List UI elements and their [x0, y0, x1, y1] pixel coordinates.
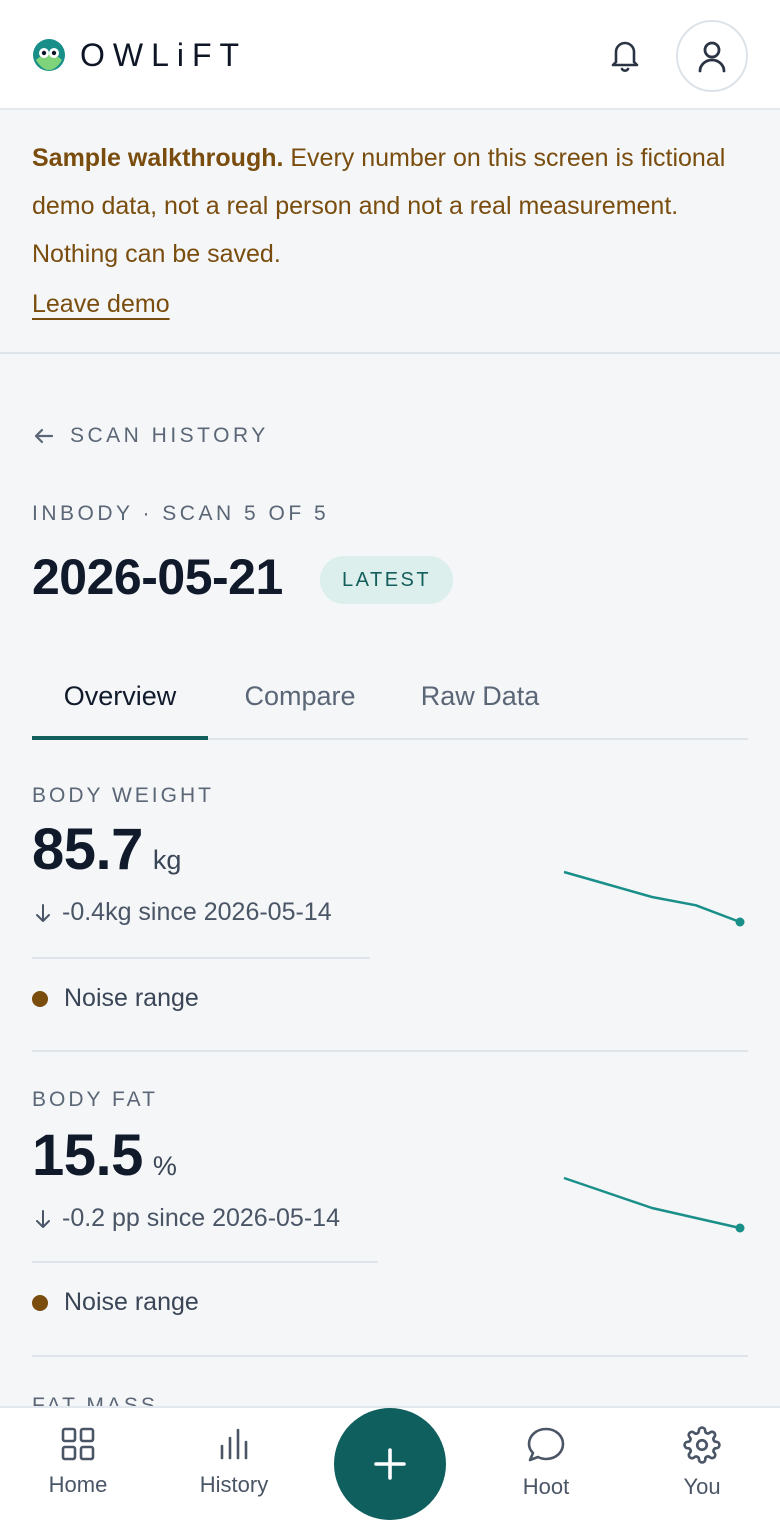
metric-number: 85.7: [32, 817, 143, 882]
metric-unit: kg: [152, 845, 182, 875]
nav-history[interactable]: History: [174, 1408, 294, 1520]
leave-demo-link[interactable]: Leave demo: [32, 290, 170, 319]
noise-range-body-weight[interactable]: Noise range: [32, 984, 199, 1013]
nav-label: Hoot: [522, 1474, 570, 1499]
back-label: SCAN HISTORY: [70, 424, 269, 447]
metric-label-body-fat: BODY FAT: [32, 1088, 158, 1111]
nav-label: Home: [48, 1472, 108, 1497]
scan-date: 2026-05-21: [32, 549, 283, 605]
metric-delta-text: -0.2 pp since 2026-05-14: [62, 1204, 340, 1232]
app-logo[interactable]: OWLiFT: [32, 38, 247, 72]
demo-banner-title: Sample walkthrough.: [32, 144, 284, 172]
section-divider: [32, 1050, 748, 1052]
profile-avatar-button[interactable]: [676, 20, 748, 92]
add-scan-button[interactable]: [334, 1408, 446, 1520]
section-divider: [32, 1355, 748, 1357]
nav-label: You: [683, 1474, 721, 1499]
scan-tabs: Overview Compare Raw Data: [32, 652, 748, 740]
sparkline-body-fat: [563, 1176, 745, 1233]
user-icon: [698, 41, 726, 73]
tab-compare[interactable]: Compare: [228, 652, 372, 740]
sparkline-body-weight: [563, 870, 745, 927]
arrow-left-icon: [34, 428, 54, 444]
noise-range-label: Noise range: [64, 1288, 199, 1316]
owl-logo-icon: [33, 39, 65, 71]
chat-bubble-icon: [527, 1427, 565, 1462]
metric-value-body-fat: 15.5 %: [32, 1122, 177, 1189]
gear-icon: [683, 1426, 721, 1464]
bell-icon[interactable]: [604, 34, 646, 76]
nav-home[interactable]: Home: [18, 1408, 138, 1520]
noise-range-body-fat[interactable]: Noise range: [32, 1288, 199, 1317]
nav-label: History: [199, 1472, 269, 1497]
active-tab-indicator: [32, 736, 208, 740]
noise-dot-icon: [32, 990, 48, 1007]
back-to-scan-history[interactable]: SCAN HISTORY: [32, 424, 269, 448]
arrow-down-icon: [36, 1209, 50, 1228]
demo-banner-text: Sample walkthrough. Every number on this…: [32, 134, 732, 278]
tab-overview[interactable]: Overview: [32, 652, 208, 740]
app-header: OWLiFT: [0, 0, 780, 110]
nav-you[interactable]: You: [642, 1408, 762, 1520]
metric-number: 15.5: [32, 1123, 143, 1188]
nav-hoot[interactable]: Hoot: [486, 1408, 606, 1520]
sparkline-path: [563, 1176, 741, 1230]
sparkline-path: [563, 870, 741, 924]
metric-value-body-weight: 85.7 kg: [32, 816, 181, 883]
metric-divider: [32, 957, 370, 959]
metric-unit: %: [152, 1151, 177, 1181]
metric-delta-text: -0.4kg since 2026-05-14: [62, 898, 332, 926]
grid-icon: [61, 1427, 95, 1461]
tab-raw-data[interactable]: Raw Data: [408, 652, 552, 740]
noise-range-label: Noise range: [64, 984, 199, 1012]
plus-icon: [374, 1448, 406, 1480]
bar-chart-icon: [220, 1428, 248, 1460]
scan-subtitle: INBODY · SCAN 5 OF 5: [32, 502, 330, 525]
latest-badge: LATEST: [320, 556, 454, 604]
metric-delta-body-weight: -0.4kg since 2026-05-14: [32, 898, 332, 927]
metric-delta-body-fat: -0.2 pp since 2026-05-14: [32, 1204, 340, 1233]
arrow-down-icon: [36, 903, 50, 922]
metric-label-body-weight: BODY WEIGHT: [32, 784, 214, 807]
sparkline-latest-point: [735, 917, 745, 927]
noise-dot-icon: [32, 1294, 48, 1311]
app-name: OWLiFT: [80, 37, 248, 73]
metric-divider: [32, 1261, 378, 1263]
sparkline-latest-point: [735, 1223, 745, 1233]
